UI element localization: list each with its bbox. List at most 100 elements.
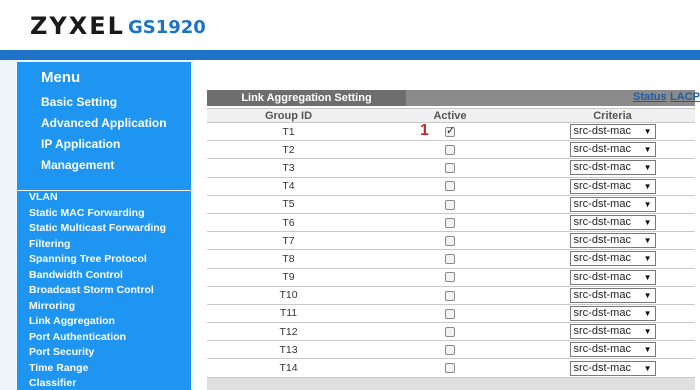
active-checkbox[interactable] xyxy=(445,290,455,301)
chevron-down-icon: ▼ xyxy=(643,345,652,355)
active-checkbox[interactable] xyxy=(445,199,455,210)
criteria-select[interactable]: src-dst-mac ▼ xyxy=(569,342,656,358)
lacp-link[interactable]: LACP xyxy=(670,91,700,103)
active-cell xyxy=(370,304,530,324)
active-cell xyxy=(370,249,530,269)
menu-item-management[interactable]: Management xyxy=(41,158,114,172)
group-id-cell: T6 xyxy=(207,213,370,233)
table-row: T1 src-dst-mac ▼ xyxy=(207,122,695,142)
status-link[interactable]: Status xyxy=(633,91,667,103)
menu-panel: Menu Basic Setting Advanced Application … xyxy=(17,62,191,190)
criteria-cell: src-dst-mac ▼ xyxy=(530,140,695,160)
group-id-cell: T3 xyxy=(207,158,370,178)
criteria-select[interactable]: src-dst-mac ▼ xyxy=(569,269,656,285)
criteria-cell: src-dst-mac ▼ xyxy=(530,322,695,342)
active-cell xyxy=(370,213,530,233)
active-checkbox[interactable] xyxy=(445,217,455,228)
submenu-item-broadcast-storm-control[interactable]: Broadcast Storm Control xyxy=(29,284,154,296)
submenu-item-bandwidth-control[interactable]: Bandwidth Control xyxy=(29,269,123,281)
criteria-cell: src-dst-mac ▼ xyxy=(530,177,695,196)
active-checkbox[interactable] xyxy=(445,345,455,356)
active-checkbox[interactable] xyxy=(445,235,455,246)
menu-item-ip-application[interactable]: IP Application xyxy=(41,137,120,151)
tab-link-aggregation-setting[interactable]: Link Aggregation Setting xyxy=(207,90,406,106)
criteria-select-value: src-dst-mac xyxy=(573,288,631,301)
chevron-down-icon: ▼ xyxy=(643,218,652,228)
criteria-select[interactable]: src-dst-mac ▼ xyxy=(569,287,656,303)
submenu-item-port-security[interactable]: Port Security xyxy=(29,346,94,358)
active-cell xyxy=(370,286,530,305)
chevron-down-icon: ▼ xyxy=(643,236,652,246)
active-checkbox[interactable] xyxy=(445,254,455,265)
chevron-down-icon: ▼ xyxy=(643,181,652,191)
group-id-cell: T9 xyxy=(207,268,370,287)
criteria-select[interactable]: src-dst-mac ▼ xyxy=(569,360,656,376)
active-checkbox[interactable] xyxy=(445,272,455,283)
criteria-select[interactable]: src-dst-mac ▼ xyxy=(569,142,656,158)
active-cell xyxy=(370,122,530,142)
brand-logo: ZYXEL xyxy=(30,12,125,40)
chevron-down-icon: ▼ xyxy=(643,290,652,300)
chevron-down-icon: ▼ xyxy=(643,272,652,282)
table-row: T8 src-dst-mac ▼ xyxy=(207,249,695,269)
criteria-cell: src-dst-mac ▼ xyxy=(530,249,695,269)
criteria-select-value: src-dst-mac xyxy=(573,343,631,356)
chevron-down-icon: ▼ xyxy=(643,363,652,373)
active-checkbox[interactable] xyxy=(445,163,455,174)
active-cell xyxy=(370,358,530,378)
submenu-item-classifier[interactable]: Classifier xyxy=(29,377,76,389)
menu-item-basic-setting[interactable]: Basic Setting xyxy=(41,95,117,109)
active-cell xyxy=(370,158,530,178)
link-aggregation-table: Group ID Active Criteria T1src-dst-mac▼T… xyxy=(207,108,695,378)
menu-item-advanced-application[interactable]: Advanced Application xyxy=(41,116,167,130)
table-row: T10 src-dst-mac ▼ xyxy=(207,286,695,305)
criteria-select[interactable]: src-dst-mac ▼ xyxy=(569,124,656,140)
active-checkbox[interactable] xyxy=(445,145,455,155)
active-cell xyxy=(370,268,530,287)
criteria-select-value: src-dst-mac xyxy=(573,179,631,192)
criteria-select[interactable]: src-dst-mac ▼ xyxy=(569,233,656,249)
active-cell xyxy=(370,195,530,214)
criteria-select-value: src-dst-mac xyxy=(573,161,631,174)
column-header-active: Active xyxy=(370,108,530,123)
submenu-item-mirroring[interactable]: Mirroring xyxy=(29,300,75,312)
criteria-select[interactable]: src-dst-mac ▼ xyxy=(569,196,656,212)
criteria-cell: src-dst-mac ▼ xyxy=(530,231,695,251)
submenu-item-static-multicast-forwarding[interactable]: Static Multicast Forwarding xyxy=(29,222,166,234)
table-row: T5 src-dst-mac ▼ xyxy=(207,195,695,214)
active-checkbox[interactable] xyxy=(445,363,455,374)
active-checkbox[interactable] xyxy=(445,181,455,192)
criteria-select-value: src-dst-mac xyxy=(573,270,631,283)
sidebar: Menu Basic Setting Advanced Application … xyxy=(0,60,194,390)
table-row: T6 src-dst-mac ▼ xyxy=(207,213,695,233)
criteria-select-value: src-dst-mac xyxy=(573,325,631,338)
group-id-cell: T12 xyxy=(207,322,370,342)
active-checkbox[interactable] xyxy=(445,308,455,319)
table-row: T14 src-dst-mac ▼ xyxy=(207,358,695,378)
criteria-select[interactable]: src-dst-mac ▼ xyxy=(569,215,656,231)
active-checkbox[interactable] xyxy=(445,124,455,137)
criteria-select[interactable]: src-dst-mac ▼ xyxy=(569,251,656,267)
header-bar xyxy=(0,50,700,60)
table-row: T7 src-dst-mac ▼ xyxy=(207,231,695,251)
criteria-select[interactable]: src-dst-mac ▼ xyxy=(569,305,656,321)
submenu-item-static-mac-forwarding[interactable]: Static MAC Forwarding xyxy=(29,207,145,219)
group-id-cell: T14 xyxy=(207,358,370,378)
submenu-item-vlan[interactable]: VLAN xyxy=(29,191,58,203)
submenu-item-port-authentication[interactable]: Port Authentication xyxy=(29,331,126,343)
submenu-item-link-aggregation[interactable]: Link Aggregation xyxy=(29,315,115,327)
criteria-select-value: src-dst-mac xyxy=(573,234,631,247)
annotation-marker: 1 xyxy=(420,122,429,139)
submenu-item-spanning-tree-protocol[interactable]: Spanning Tree Protocol xyxy=(29,253,147,265)
submenu-item-time-range[interactable]: Time Range xyxy=(29,362,88,374)
submenu-panel: VLAN Static MAC Forwarding Static Multic… xyxy=(17,191,191,390)
criteria-select[interactable]: src-dst-mac ▼ xyxy=(569,324,656,340)
criteria-select-value: src-dst-mac xyxy=(573,197,631,210)
criteria-select[interactable]: src-dst-mac ▼ xyxy=(569,160,656,176)
criteria-select[interactable]: src-dst-mac ▼ xyxy=(569,178,656,194)
active-checkbox[interactable] xyxy=(445,326,455,337)
group-id-cell: T2 xyxy=(207,140,370,160)
table-row: T11 src-dst-mac ▼ xyxy=(207,304,695,324)
criteria-select-value: src-dst-mac xyxy=(573,216,631,229)
submenu-item-filtering[interactable]: Filtering xyxy=(29,238,70,250)
